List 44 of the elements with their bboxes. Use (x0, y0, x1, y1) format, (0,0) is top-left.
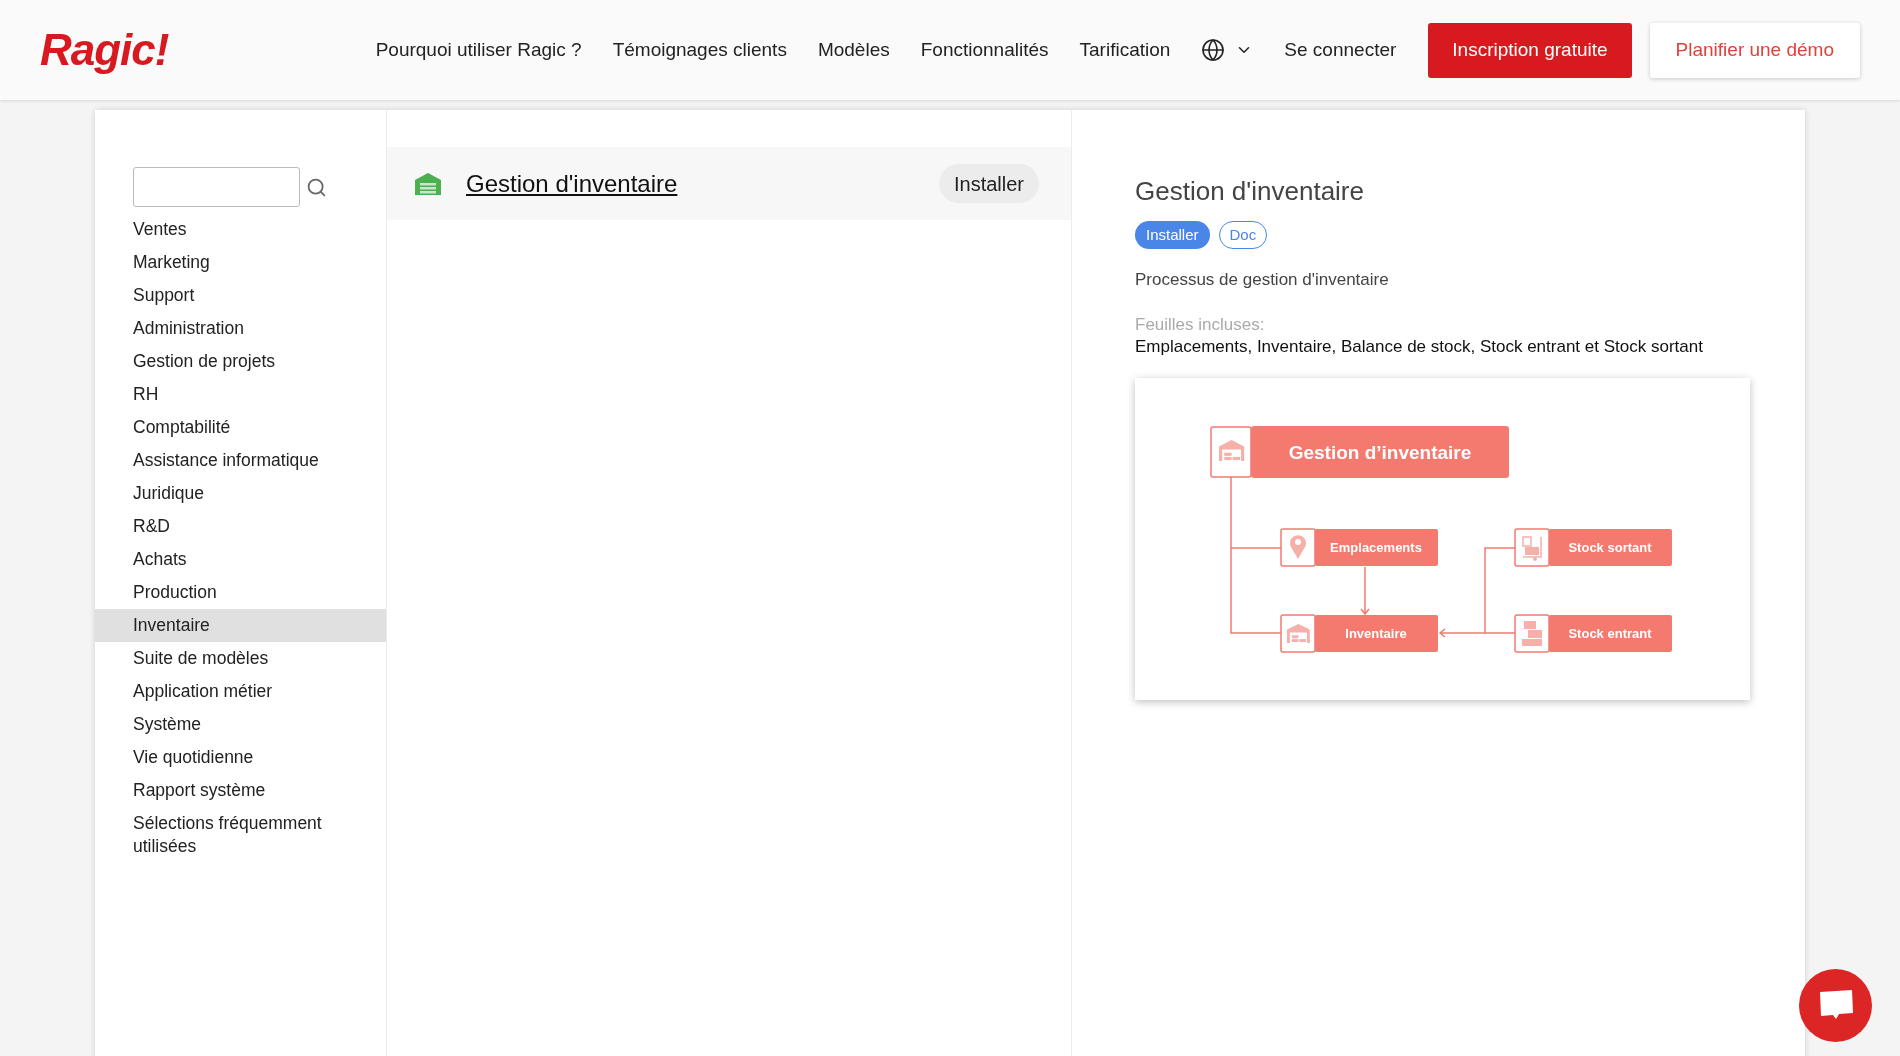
category-item[interactable]: Application métier (95, 675, 386, 708)
template-title: Gestion d'inventaire (1135, 175, 1365, 208)
signup-button[interactable]: Inscription gratuite (1428, 22, 1632, 78)
nav-link[interactable]: Témoignages clients (612, 35, 787, 65)
search-field[interactable] (133, 167, 300, 207)
category-item[interactable]: Comptabilité (95, 411, 386, 444)
login-link[interactable]: Se connecter (1284, 35, 1397, 65)
nav-link[interactable]: Pourquoi utiliser Ragic ? (375, 35, 582, 65)
nav-link[interactable]: Tarification (1079, 35, 1171, 65)
category-item[interactable]: Achats (95, 543, 386, 576)
globe-icon[interactable] (1201, 38, 1226, 62)
warehouse-icon (1287, 623, 1310, 643)
nav-link[interactable]: Fonctionnalités (920, 35, 1049, 65)
category-item[interactable]: Vie quotidienne (95, 741, 386, 774)
template-title-link[interactable]: Gestion d'inventaire (466, 165, 678, 202)
demo-button[interactable]: Planifier une démo (1649, 22, 1860, 78)
warehouse-icon (415, 172, 441, 195)
sheets-label: Feuilles incluses: (1135, 313, 1266, 335)
category-item[interactable]: RH (95, 378, 386, 411)
category-item[interactable]: Production (95, 576, 386, 609)
sheets-list: Emplacements, Inventaire, Balance de stock, Stock entrant et Stock sortant (1135, 334, 1805, 358)
boxes-icon (1522, 620, 1542, 646)
category-item[interactable]: Rapport système (95, 774, 386, 807)
category-item[interactable]: Juridique (95, 477, 386, 510)
search-icon[interactable] (306, 176, 327, 198)
category-item[interactable]: Assistance informatique (95, 444, 386, 477)
category-item[interactable]: Suite de modèles (95, 642, 386, 675)
connector-arrow (1360, 565, 1370, 615)
nav-link[interactable]: Modèles (817, 35, 890, 65)
template-description: Processus de gestion d'inventaire (1135, 269, 1390, 291)
category-item[interactable]: Administration (95, 312, 386, 345)
map-pin-icon (1290, 534, 1306, 559)
trolley-icon (1522, 535, 1542, 561)
category-item[interactable]: Ventes (95, 213, 386, 246)
category-item[interactable]: R&D (95, 510, 386, 543)
install-button[interactable]: Installer (1135, 221, 1210, 249)
category-item[interactable]: Inventaire (95, 609, 386, 642)
category-item[interactable]: Support (95, 279, 386, 312)
category-item[interactable]: Sélections fréquemment utilisées (95, 807, 386, 863)
logo[interactable]: Ragic! (40, 17, 169, 83)
category-item[interactable]: Marketing (95, 246, 386, 279)
category-item[interactable]: Système (95, 708, 386, 741)
install-button[interactable]: Installer (938, 164, 1039, 203)
category-item[interactable]: Gestion de projets (95, 345, 386, 378)
